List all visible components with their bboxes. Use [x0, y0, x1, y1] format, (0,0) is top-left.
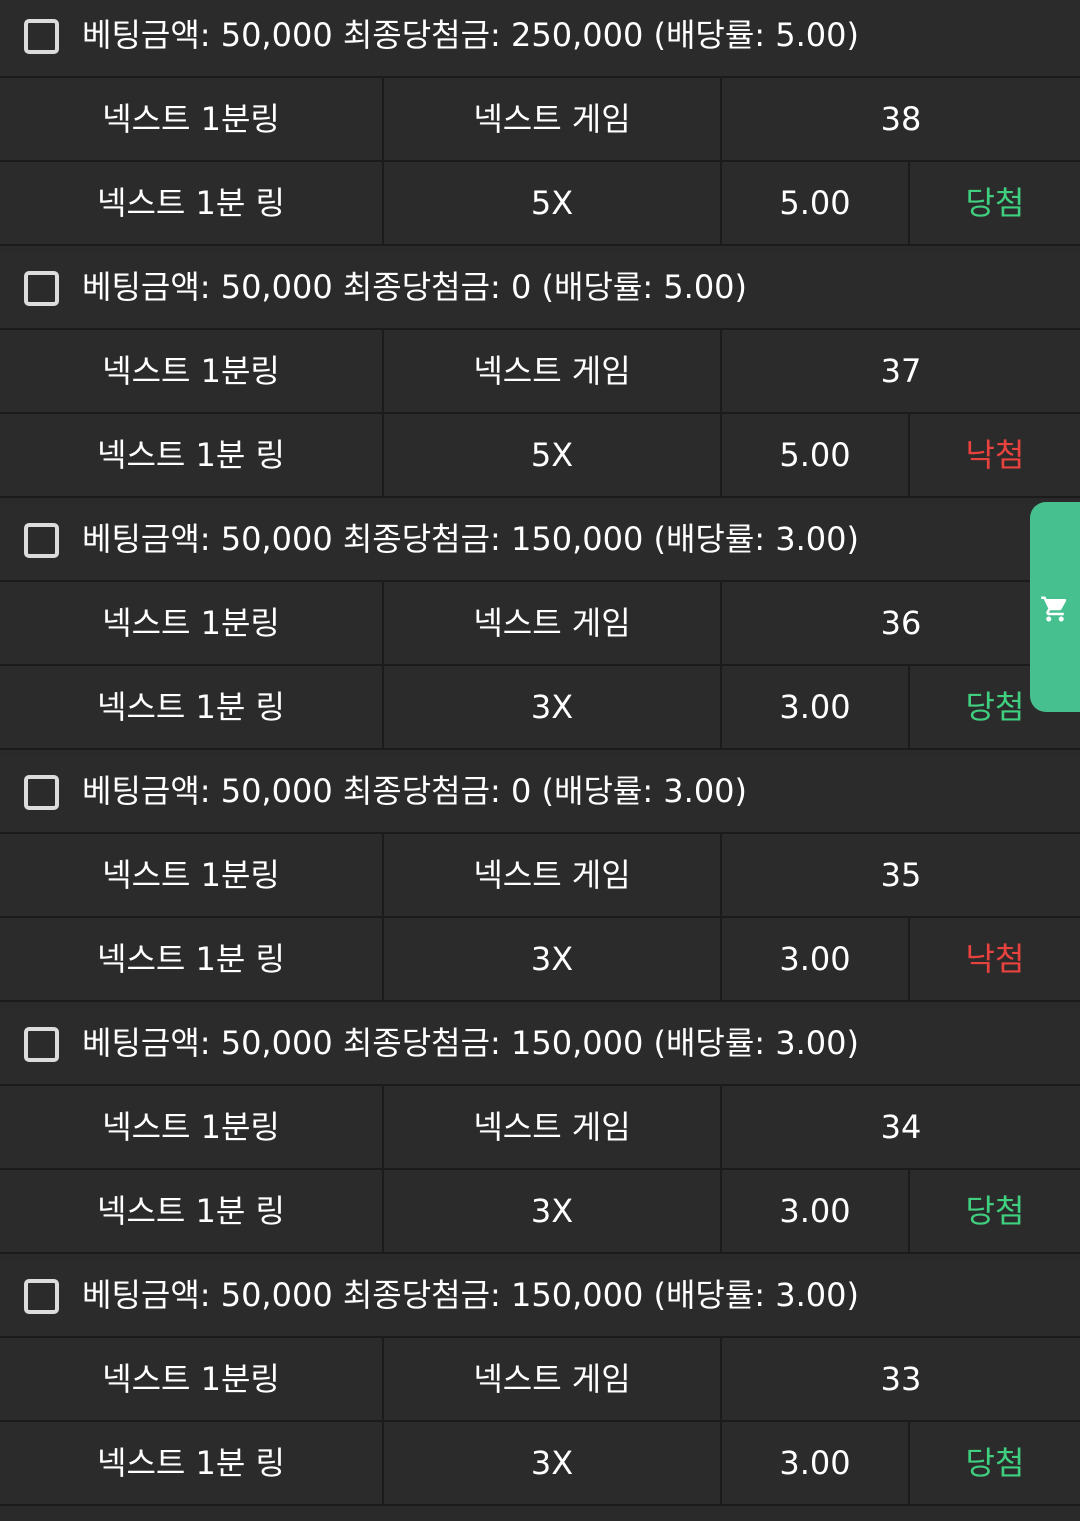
row-divider [0, 244, 1080, 246]
game-name-cell: 넥스트 1분링 [102, 1360, 280, 1398]
pick-cell: 넥스트 1분 링 [97, 1444, 285, 1482]
multiplier-cell: 5X [530, 184, 574, 222]
bet-info-row: 넥스트 1분링 넥스트 게임 33 [0, 1338, 1080, 1420]
cart-tab-button[interactable] [1030, 502, 1080, 712]
bet-header: 베팅금액: 50,000 최종당첨금: 150,000 (배당률: 3.00) [0, 1260, 1080, 1336]
game-name-cell: 넥스트 1분링 [102, 604, 280, 642]
bet-summary: 베팅금액: 50,000 최종당첨금: 150,000 (배당률: 3.00) [82, 520, 859, 558]
bet-info-row: 넥스트 1분링 넥스트 게임 34 [0, 1086, 1080, 1168]
game-type-cell: 넥스트 게임 [473, 100, 631, 138]
round-number-cell: 38 [880, 100, 922, 138]
game-name-cell: 넥스트 1분링 [102, 1108, 280, 1146]
multiplier-cell: 3X [530, 688, 574, 726]
multiplier-cell: 3X [530, 940, 574, 978]
multiplier-cell: 5X [530, 436, 574, 474]
bet-item: 베팅금액: 50,000 최종당첨금: 0 (배당률: 3.00) 넥스트 1분링… [0, 756, 1080, 1008]
bet-item: 베팅금액: 50,000 최종당첨금: 150,000 (배당률: 3.00) 넥… [0, 1260, 1080, 1512]
pick-cell: 넥스트 1분 링 [97, 688, 285, 726]
odds-cell: 3.00 [779, 1192, 851, 1230]
bet-info-row: 넥스트 1분링 넥스트 게임 35 [0, 834, 1080, 916]
game-type-cell: 넥스트 게임 [473, 1360, 631, 1398]
odds-cell: 5.00 [779, 436, 851, 474]
round-number-cell: 34 [880, 1108, 922, 1146]
bet-summary: 베팅금액: 50,000 최종당첨금: 0 (배당률: 5.00) [82, 268, 748, 306]
result-status-cell: 당첨 [965, 1192, 1025, 1230]
pick-cell: 넥스트 1분 링 [97, 940, 285, 978]
game-type-cell: 넥스트 게임 [473, 352, 631, 390]
bet-history-list: 베팅금액: 50,000 최종당첨금: 250,000 (배당률: 5.00) 넥… [0, 0, 1080, 1512]
game-name-cell: 넥스트 1분링 [102, 856, 280, 894]
result-status-cell: 당첨 [965, 1444, 1025, 1482]
row-divider [0, 1252, 1080, 1254]
row-divider [0, 1000, 1080, 1002]
result-status-cell: 낙첨 [965, 436, 1025, 474]
odds-cell: 3.00 [779, 688, 851, 726]
bet-item: 베팅금액: 50,000 최종당첨금: 150,000 (배당률: 3.00) 넥… [0, 1008, 1080, 1260]
bet-detail-row: 넥스트 1분 링 3X 3.00 낙첨 [0, 918, 1080, 1000]
bet-header: 베팅금액: 50,000 최종당첨금: 0 (배당률: 5.00) [0, 252, 1080, 328]
game-name-cell: 넥스트 1분링 [102, 352, 280, 390]
pick-cell: 넥스트 1분 링 [97, 1192, 285, 1230]
shopping-cart-icon [1041, 596, 1067, 622]
bet-select-checkbox[interactable] [24, 19, 59, 54]
bet-header: 베팅금액: 50,000 최종당첨금: 250,000 (배당률: 5.00) [0, 0, 1080, 76]
bet-select-checkbox[interactable] [24, 775, 59, 810]
row-divider [0, 1504, 1080, 1506]
bet-info-row: 넥스트 1분링 넥스트 게임 37 [0, 330, 1080, 412]
multiplier-cell: 3X [530, 1192, 574, 1230]
pick-cell: 넥스트 1분 링 [97, 184, 285, 222]
round-number-cell: 37 [880, 352, 922, 390]
pick-cell: 넥스트 1분 링 [97, 436, 285, 474]
game-type-cell: 넥스트 게임 [473, 1108, 631, 1146]
odds-cell: 3.00 [779, 1444, 851, 1482]
bet-select-checkbox[interactable] [24, 1027, 59, 1062]
result-status-cell: 낙첨 [965, 940, 1025, 978]
round-number-cell: 35 [880, 856, 922, 894]
bet-summary: 베팅금액: 50,000 최종당첨금: 250,000 (배당률: 5.00) [82, 16, 859, 54]
odds-cell: 3.00 [779, 940, 851, 978]
bet-select-checkbox[interactable] [24, 1279, 59, 1314]
bet-select-checkbox[interactable] [24, 523, 59, 558]
bet-select-checkbox[interactable] [24, 271, 59, 306]
bet-summary: 베팅금액: 50,000 최종당첨금: 150,000 (배당률: 3.00) [82, 1024, 859, 1062]
bet-header: 베팅금액: 50,000 최종당첨금: 150,000 (배당률: 3.00) [0, 504, 1080, 580]
bet-summary: 베팅금액: 50,000 최종당첨금: 0 (배당률: 3.00) [82, 772, 748, 810]
bet-detail-row: 넥스트 1분 링 3X 3.00 당첨 [0, 1170, 1080, 1252]
game-type-cell: 넥스트 게임 [473, 856, 631, 894]
bet-item: 베팅금액: 50,000 최종당첨금: 0 (배당률: 5.00) 넥스트 1분링… [0, 252, 1080, 504]
game-name-cell: 넥스트 1분링 [102, 100, 280, 138]
round-number-cell: 33 [880, 1360, 922, 1398]
game-type-cell: 넥스트 게임 [473, 604, 631, 642]
row-divider [0, 496, 1080, 498]
bet-detail-row: 넥스트 1분 링 5X 5.00 낙첨 [0, 414, 1080, 496]
multiplier-cell: 3X [530, 1444, 574, 1482]
bet-header: 베팅금액: 50,000 최종당첨금: 0 (배당률: 3.00) [0, 756, 1080, 832]
bet-item: 베팅금액: 50,000 최종당첨금: 250,000 (배당률: 5.00) 넥… [0, 0, 1080, 252]
bet-detail-row: 넥스트 1분 링 3X 3.00 당첨 [0, 1422, 1080, 1504]
round-number-cell: 36 [880, 604, 922, 642]
odds-cell: 5.00 [779, 184, 851, 222]
bet-item: 베팅금액: 50,000 최종당첨금: 150,000 (배당률: 3.00) 넥… [0, 504, 1080, 756]
row-divider [0, 748, 1080, 750]
bet-info-row: 넥스트 1분링 넥스트 게임 36 [0, 582, 1080, 664]
bet-detail-row: 넥스트 1분 링 5X 5.00 당첨 [0, 162, 1080, 244]
bet-detail-row: 넥스트 1분 링 3X 3.00 당첨 [0, 666, 1080, 748]
result-status-cell: 당첨 [965, 184, 1025, 222]
bet-header: 베팅금액: 50,000 최종당첨금: 150,000 (배당률: 3.00) [0, 1008, 1080, 1084]
bet-info-row: 넥스트 1분링 넥스트 게임 38 [0, 78, 1080, 160]
bet-summary: 베팅금액: 50,000 최종당첨금: 150,000 (배당률: 3.00) [82, 1276, 859, 1314]
